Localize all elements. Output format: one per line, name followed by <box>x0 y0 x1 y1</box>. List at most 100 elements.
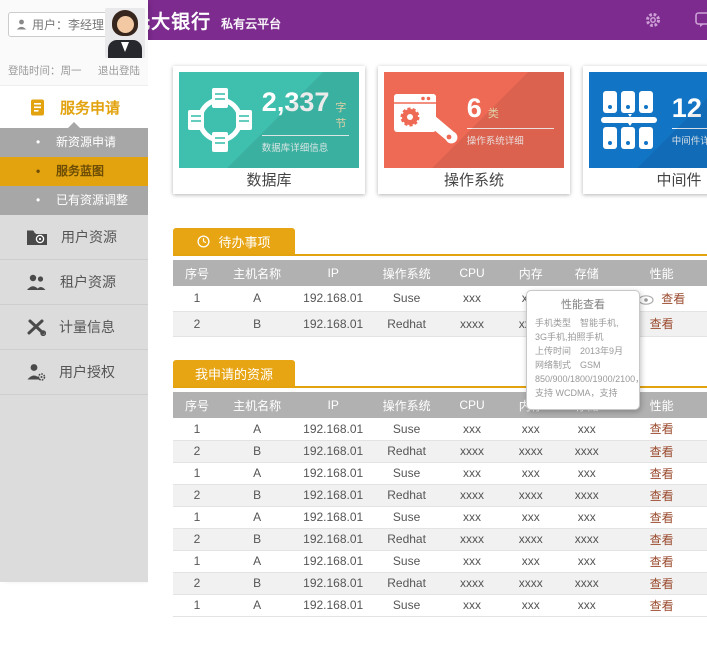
cell-seq: 1 <box>173 506 221 528</box>
screen: Bank 中国光大银行 私有云平台 <box>0 0 707 648</box>
view-link[interactable]: 查看 <box>661 292 685 306</box>
eye-icon <box>638 295 654 305</box>
submenu-item[interactable]: • 新资源申请 <box>0 128 148 157</box>
my-resources-table-body: 1 A 192.168.01 Suse xxx xxx xxx 查看 <box>173 418 707 616</box>
cell-cpu: xxxx <box>440 311 504 336</box>
view-link[interactable]: 查看 <box>650 533 674 547</box>
logout-link[interactable]: 退出登陆 <box>98 63 140 78</box>
column-header: CPU <box>440 260 504 286</box>
column-header: 存储 <box>557 260 616 286</box>
os-wrench-icon <box>384 72 467 168</box>
cell-host: A <box>221 550 293 572</box>
clock-icon <box>197 235 210 248</box>
cell-host: A <box>221 286 293 311</box>
tooltip-field-label: 手机类型 <box>535 318 571 328</box>
os-card[interactable]: 6 类 操作系统详细 操作系统 <box>378 66 570 194</box>
cell-cpu: xxxx <box>440 440 504 462</box>
user-name: 用户：李经理 <box>32 16 104 33</box>
view-link[interactable]: 查看 <box>650 511 674 525</box>
cell-os: Suse <box>373 594 440 616</box>
cell-ip: 192.168.01 <box>293 286 373 311</box>
gear-icon[interactable] <box>645 12 661 28</box>
view-link[interactable]: 查看 <box>650 445 674 459</box>
tab-todo[interactable]: 待办事项 <box>173 228 295 254</box>
tooltip-body: 手机类型智能手机, 3G手机,拍照手机 上传时间2013年9月 网络制式GSM … <box>535 317 631 401</box>
view-link[interactable]: 查看 <box>650 577 674 591</box>
cell-host: B <box>221 572 293 594</box>
column-header: 性能 <box>616 260 707 286</box>
database-detail-link[interactable]: 数据库详细信息 <box>262 140 349 154</box>
cell-ip: 192.168.01 <box>293 462 373 484</box>
table-row: 1 A 192.168.01 Suse xxx xxx xxx 查看 <box>173 594 707 616</box>
sidebar-item-metering-info[interactable]: 计量信息 <box>0 305 148 350</box>
submenu-item[interactable]: • 服务蓝图 <box>0 157 148 186</box>
tooltip-field-value: 2013年9月 <box>580 346 623 356</box>
view-link[interactable]: 查看 <box>650 467 674 481</box>
tooltip-field-label: 上传时间 <box>535 346 571 356</box>
database-card-info: 2,337 字节 数据库详细信息 <box>262 72 359 168</box>
view-link[interactable]: 查看 <box>650 317 674 331</box>
sidebar-item-label: 用户授权 <box>59 362 115 382</box>
sidebar-item-label: 计量信息 <box>59 317 115 337</box>
sidebar-item-user-authorization[interactable]: 用户授权 <box>0 350 148 395</box>
cell-storage: xxxx <box>557 484 616 506</box>
sidebar: 用户：李经理 登陆时间：周一 退出登陆 服务申请 <box>0 0 148 582</box>
table-row: 1 A 192.168.01 Suse xxx xxx xxx 查看 <box>173 550 707 572</box>
cell-storage: xxx <box>557 506 616 528</box>
view-link[interactable]: 查看 <box>650 599 674 613</box>
cell-storage: xxxx <box>557 528 616 550</box>
login-row: 登陆时间：周一 退出登陆 <box>8 63 140 78</box>
submenu-item[interactable]: • 已有资源调整 <box>0 186 148 215</box>
cell-memory: xxx <box>504 594 557 616</box>
cell-storage: xxx <box>557 550 616 572</box>
tab-my-resources[interactable]: 我申请的资源 <box>173 360 295 386</box>
column-header: 主机名称 <box>221 260 293 286</box>
todo-section-header: 待办事项 <box>173 228 707 256</box>
cell-os: Suse <box>373 286 440 311</box>
sidebar-item-label: 租户资源 <box>60 272 116 292</box>
table-row: 1 A 192.168.01 Suse xxx xxx xxx 查看 <box>173 418 707 440</box>
os-card-visual: 6 类 操作系统详细 <box>384 72 564 168</box>
cell-ip: 192.168.01 <box>293 440 373 462</box>
cell-seq: 1 <box>173 462 221 484</box>
tooltip-field-label: 网络制式 <box>535 360 571 370</box>
cell-performance: 查看 <box>616 594 707 616</box>
sidebar-item-tenant-resources[interactable]: 租户资源 <box>0 260 148 305</box>
middleware-card[interactable]: 12 中间件详细信息 中间件 <box>583 66 707 194</box>
cell-seq: 2 <box>173 528 221 550</box>
my-resources-table: 序号主机名称IP操作系统CPU内存存储性能 1 A 192.168.01 Sus… <box>173 392 707 617</box>
os-unit: 类 <box>488 105 499 121</box>
main-content: 2,337 字节 数据库详细信息 数据库 <box>148 40 707 648</box>
cell-seq: 2 <box>173 572 221 594</box>
cell-ip: 192.168.01 <box>293 418 373 440</box>
cell-seq: 2 <box>173 311 221 336</box>
cell-os: Redhat <box>373 440 440 462</box>
cell-os: Suse <box>373 462 440 484</box>
cell-cpu: xxxx <box>440 572 504 594</box>
os-detail-link[interactable]: 操作系统详细 <box>467 133 554 147</box>
divider <box>672 128 707 129</box>
cell-storage: xxx <box>557 594 616 616</box>
tooltip-field: 手机类型智能手机, 3G手机,拍照手机 <box>535 317 631 345</box>
message-icon[interactable] <box>695 12 707 28</box>
user-icon <box>16 19 27 30</box>
cell-performance: 查看 <box>616 418 707 440</box>
table-row: 1 A 192.168.01 Suse xxx xxx xxx 查看 <box>173 506 707 528</box>
cell-memory: xxx <box>504 550 557 572</box>
sidebar-item-user-resources[interactable]: 用户资源 <box>0 215 148 260</box>
database-card[interactable]: 2,337 字节 数据库详细信息 数据库 <box>173 66 365 194</box>
cell-ip: 192.168.01 <box>293 506 373 528</box>
view-link[interactable]: 查看 <box>650 555 674 569</box>
cell-cpu: xxxx <box>440 484 504 506</box>
view-link[interactable]: 查看 <box>650 422 674 436</box>
middleware-detail-link[interactable]: 中间件详细信息 <box>672 133 707 147</box>
table-row: 2 B 192.168.01 Redhat xxxx xxxx xxxx 查看 <box>173 528 707 550</box>
view-link[interactable]: 查看 <box>650 489 674 503</box>
cell-storage: xxx <box>557 418 616 440</box>
cell-storage: xxx <box>557 462 616 484</box>
column-header: 主机名称 <box>221 392 293 418</box>
column-header: IP <box>293 392 373 418</box>
cell-ip: 192.168.01 <box>293 484 373 506</box>
column-header: 序号 <box>173 260 221 286</box>
cell-seq: 1 <box>173 550 221 572</box>
